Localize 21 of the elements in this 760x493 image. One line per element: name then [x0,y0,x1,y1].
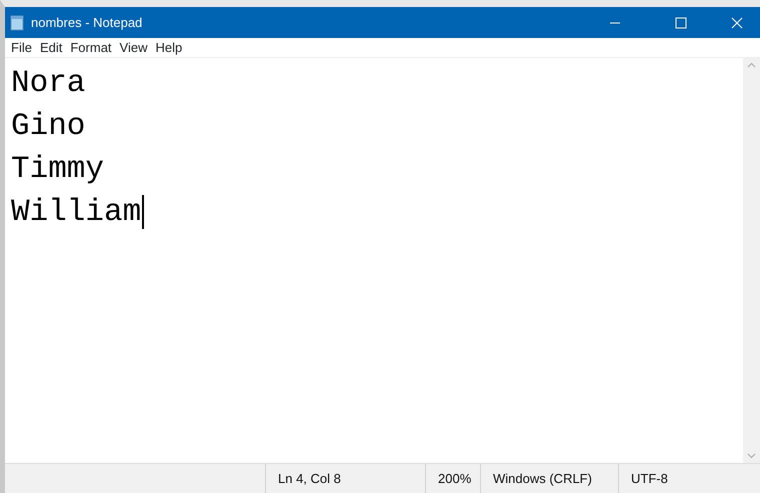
encoding: UTF-8 [618,464,760,493]
scroll-up-icon[interactable] [747,62,756,68]
window-title: nombres - Notepad [31,14,142,32]
zoom-level: 200% [425,464,480,493]
notepad-icon [9,14,25,30]
text-area[interactable]: Nora Gino Timmy William [5,58,743,463]
cursor-position: Ln 4, Col 8 [265,464,425,493]
menu-item[interactable]: Help [151,38,186,58]
menu-item[interactable]: View [116,38,152,58]
maximize-icon [675,16,687,28]
menu-item[interactable]: File [7,38,36,58]
text-line: Timmy [11,152,104,187]
text-line: Gino [11,109,86,144]
text-cursor [142,194,144,229]
menu-item[interactable]: Edit [36,38,66,58]
text-line: William [11,195,142,230]
close-icon [731,16,743,28]
text-line: Nora [11,66,86,101]
scroll-down-icon[interactable] [747,453,756,459]
line-ending: Windows (CRLF) [480,464,618,493]
menu-item[interactable]: Format [66,38,116,58]
